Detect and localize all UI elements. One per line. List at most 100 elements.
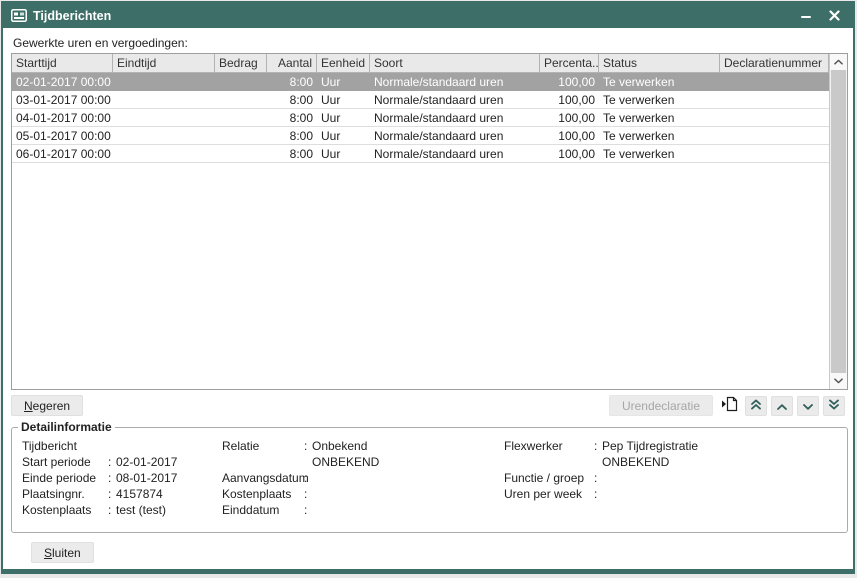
cell-soort: Normale/standaard uren — [370, 109, 540, 126]
cell-aantal: 8:00 — [267, 127, 317, 144]
detail-separator: : — [108, 503, 116, 517]
detail-fieldset: Detailinformatie Tijdbericht Start perio… — [11, 420, 848, 533]
cell-eindtijd — [113, 73, 215, 90]
column-header-bedrag[interactable]: Bedrag — [215, 54, 267, 72]
cell-starttijd: 05-01-2017 00:00 — [12, 127, 113, 144]
table-row[interactable]: 05-01-2017 00:00 8:00UurNormale/standaard… — [12, 127, 829, 145]
minimize-button[interactable] — [795, 6, 817, 26]
grid-header: StarttijdEindtijdBedragAantalEenheidSoor… — [12, 54, 829, 73]
detail-label: Tijdbericht — [22, 439, 108, 453]
table-row[interactable]: 03-01-2017 00:008:00UurNormale/standaard… — [12, 91, 829, 109]
detail-field: Kostenplaats : test (test) — [22, 502, 177, 518]
cell-declaratienummer — [720, 145, 829, 162]
cell-percentage: 100,00 — [540, 73, 599, 90]
detail-separator: : — [304, 471, 312, 485]
scroll-up-button[interactable] — [830, 54, 847, 70]
column-header-declaratienummer[interactable]: Declaratienummer — [720, 54, 829, 72]
detail-value: Pep Tijdregistratie — [602, 439, 698, 453]
scroll-down-button[interactable] — [830, 373, 847, 389]
close-button[interactable] — [823, 6, 845, 26]
sluiten-button[interactable]: Sluiten — [31, 542, 94, 563]
column-header-starttijd[interactable]: Starttijd — [12, 54, 113, 72]
detail-separator: : — [594, 487, 602, 501]
goto-declaration-button[interactable] — [717, 396, 741, 416]
next-record-button[interactable] — [797, 396, 819, 416]
detail-field: ONBEKEND — [504, 454, 698, 470]
document-arrow-icon — [721, 396, 738, 415]
detail-label: Relatie — [222, 439, 304, 453]
tijdberichten-dialog: Tijdberichten Gewerkte uren en vergoedin… — [1, 1, 855, 574]
cell-declaratienummer — [720, 127, 829, 144]
dialog-content: Gewerkte uren en vergoedingen: Starttijd… — [3, 28, 853, 569]
detail-column-2: Relatie : Onbekend ONBEKEND Aanvangsdatu… — [222, 438, 379, 518]
double-chevron-down-icon — [829, 398, 839, 413]
detail-column-1: Tijdbericht Start periode : 02-01-2017 E… — [22, 438, 177, 518]
worked-hours-grid: StarttijdEindtijdBedragAantalEenheidSoor… — [11, 53, 848, 390]
cell-bedrag — [215, 145, 267, 162]
form-window-icon — [11, 9, 27, 22]
column-header-soort[interactable]: Soort — [370, 54, 540, 72]
cell-eenheid: Uur — [317, 91, 370, 108]
cell-soort: Normale/standaard uren — [370, 73, 540, 90]
detail-value: ONBEKEND — [312, 455, 379, 469]
cell-bedrag — [215, 109, 267, 126]
cell-declaratienummer — [720, 91, 829, 108]
table-row[interactable]: 04-01-2017 00:008:00UurNormale/standaard… — [12, 109, 829, 127]
detail-value: 02-01-2017 — [116, 455, 177, 469]
table-row[interactable]: 02-01-2017 00:008:00UurNormale/standaard… — [12, 73, 829, 91]
first-record-button[interactable] — [745, 396, 767, 416]
vertical-scrollbar[interactable] — [829, 54, 847, 389]
sluiten-label: Sluiten — [44, 546, 81, 560]
cell-soort: Normale/standaard uren — [370, 91, 540, 108]
table-row[interactable]: 06-01-2017 00:008:00UurNormale/standaard… — [12, 145, 829, 163]
column-header-eindtijd[interactable]: Eindtijd — [113, 54, 215, 72]
cell-percentage: 100,00 — [540, 127, 599, 144]
cell-status: Te verwerken — [599, 73, 720, 90]
detail-field: Plaatsingnr. : 4157874 — [22, 486, 177, 502]
detail-field: Relatie : Onbekend — [222, 438, 379, 454]
cell-eenheid: Uur — [317, 127, 370, 144]
cell-eenheid: Uur — [317, 145, 370, 162]
detail-label: Einde periode — [22, 471, 108, 485]
negeren-button[interactable]: Negeren — [11, 395, 83, 416]
detail-value: 4157874 — [116, 487, 163, 501]
action-row: Negeren Urendeclaratie — [11, 395, 845, 416]
detail-field: ONBEKEND — [222, 454, 379, 470]
cell-eindtijd — [113, 91, 215, 108]
detail-separator: : — [304, 487, 312, 501]
cell-starttijd: 02-01-2017 00:00 — [12, 73, 113, 90]
chevron-down-icon — [803, 398, 813, 413]
previous-record-button[interactable] — [771, 396, 793, 416]
negeren-label: Negeren — [24, 399, 70, 413]
detail-value: 08-01-2017 — [116, 471, 177, 485]
cell-status: Te verwerken — [599, 91, 720, 108]
record-navigation: Urendeclaratie — [609, 395, 845, 416]
column-header-percentage[interactable]: Percenta... — [540, 54, 599, 72]
cell-eindtijd — [113, 127, 215, 144]
cell-declaratienummer — [720, 73, 829, 90]
detail-field: Functie / groep : — [504, 470, 698, 486]
detail-field: Uren per week : — [504, 486, 698, 502]
detail-field: Start periode : 02-01-2017 — [22, 454, 177, 470]
detail-label: Flexwerker — [504, 439, 594, 453]
cell-percentage: 100,00 — [540, 145, 599, 162]
column-header-status[interactable]: Status — [599, 54, 720, 72]
detail-label: Kostenplaats — [22, 503, 108, 517]
last-record-button[interactable] — [823, 396, 845, 416]
cell-soort: Normale/standaard uren — [370, 127, 540, 144]
cell-bedrag — [215, 91, 267, 108]
detail-column-3: Flexwerker : Pep Tijdregistratie ONBEKEN… — [504, 438, 698, 502]
detail-value: ONBEKEND — [602, 455, 669, 469]
cell-eindtijd — [113, 145, 215, 162]
cell-status: Te verwerken — [599, 109, 720, 126]
title-bar[interactable]: Tijdberichten — [3, 3, 853, 28]
column-header-eenheid[interactable]: Eenheid — [317, 54, 370, 72]
urendeclaratie-button[interactable]: Urendeclaratie — [609, 395, 713, 416]
scrollbar-thumb[interactable] — [831, 70, 846, 373]
cell-status: Te verwerken — [599, 127, 720, 144]
cell-percentage: 100,00 — [540, 109, 599, 126]
cell-status: Te verwerken — [599, 145, 720, 162]
detail-label: Einddatum — [222, 503, 304, 517]
detail-field: Einde periode : 08-01-2017 — [22, 470, 177, 486]
column-header-aantal[interactable]: Aantal — [267, 54, 317, 72]
